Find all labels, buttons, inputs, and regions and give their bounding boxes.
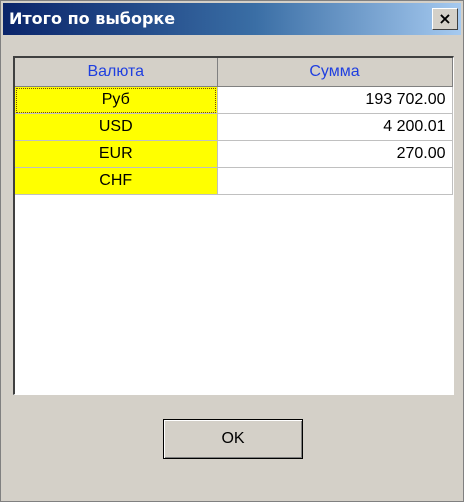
- currency-cell[interactable]: USD: [15, 113, 218, 141]
- amount-cell[interactable]: [217, 167, 453, 195]
- currency-cell[interactable]: EUR: [15, 140, 218, 168]
- table-row[interactable]: Руб 193 702.00: [15, 86, 453, 114]
- close-icon: ×: [438, 9, 452, 28]
- close-button[interactable]: ×: [432, 8, 458, 30]
- amount-cell[interactable]: 4 200.01: [217, 113, 453, 141]
- amount-cell[interactable]: 270.00: [217, 140, 453, 168]
- totals-table: Валюта Сумма Руб 193 702.00 USD 4 200.01…: [15, 58, 453, 195]
- title-bar[interactable]: Итого по выборке ×: [3, 3, 461, 35]
- currency-cell[interactable]: Руб: [15, 86, 218, 114]
- totals-grid[interactable]: Валюта Сумма Руб 193 702.00 USD 4 200.01…: [13, 56, 454, 395]
- table-row[interactable]: CHF: [15, 167, 453, 195]
- table-row[interactable]: EUR 270.00: [15, 140, 453, 168]
- window-title: Итого по выборке: [9, 9, 176, 28]
- currency-cell[interactable]: CHF: [15, 167, 218, 195]
- column-header-amount[interactable]: Сумма: [217, 58, 453, 87]
- table-row[interactable]: USD 4 200.01: [15, 113, 453, 141]
- header-row: Валюта Сумма: [15, 58, 453, 87]
- dialog-window: Итого по выборке × Валюта Сумма Руб 193 …: [0, 0, 464, 502]
- column-header-currency[interactable]: Валюта: [15, 58, 218, 87]
- ok-button[interactable]: OK: [163, 419, 303, 459]
- amount-cell[interactable]: 193 702.00: [217, 86, 453, 114]
